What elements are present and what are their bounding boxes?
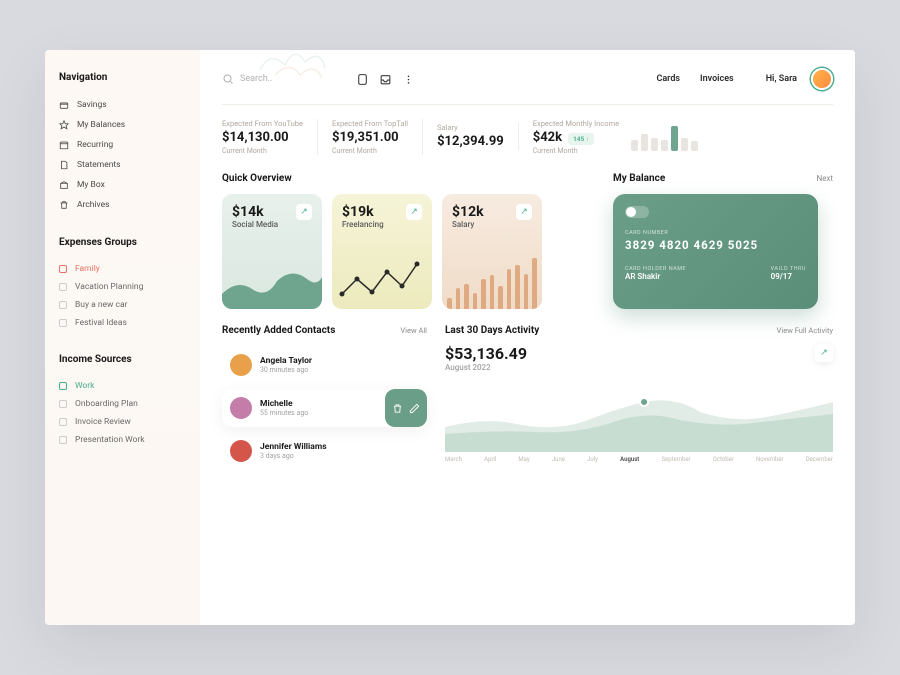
line-chart-icon <box>337 254 427 304</box>
group-car[interactable]: Buy a new car <box>59 296 186 314</box>
avatar[interactable] <box>811 68 833 90</box>
avatar <box>230 354 252 376</box>
checkbox-icon <box>59 319 67 327</box>
edit-icon[interactable] <box>409 403 420 414</box>
quick-overview: Quick Overview ↗ $14k Social Media ↗ $19… <box>222 173 597 309</box>
nav-statements[interactable]: Statements <box>59 155 186 175</box>
avatar <box>230 440 252 462</box>
stat-toptall: Expected From TopTall $19,351.00 Current… <box>318 119 423 155</box>
my-balance: My Balance Next CARD NUMBER 3829 4820 46… <box>613 173 833 309</box>
activity-amount: $53,136.49 <box>445 344 527 363</box>
balance-heading: My Balance <box>613 173 665 184</box>
divider <box>222 104 833 105</box>
contact-item[interactable]: Angela Taylor30 minutes ago <box>222 346 427 384</box>
overview-heading: Quick Overview <box>222 173 597 184</box>
trend-badge: 145 ↑ <box>568 133 594 145</box>
contact-item[interactable]: Jennifer Williams3 days ago <box>222 432 427 470</box>
nav-mybox[interactable]: My Box <box>59 175 186 195</box>
main-content: Search.. Cards Invoices Hi, Sara Expecte… <box>200 50 855 625</box>
group-vacation[interactable]: Vacation Planning <box>59 278 186 296</box>
checkbox-icon <box>59 436 67 444</box>
stat-youtube: Expected From YouTube $14,130.00 Current… <box>222 119 318 155</box>
avatar <box>230 397 252 419</box>
activity-heading: Last 30 Days Activity <box>445 325 539 336</box>
note-icon[interactable] <box>356 73 369 86</box>
groups-heading: Expenses Groups <box>59 237 186 248</box>
checkbox-icon <box>59 400 67 408</box>
nav-balances[interactable]: My Balances <box>59 115 186 135</box>
arrow-up-icon: ↗ <box>516 204 532 220</box>
link-invoices[interactable]: Invoices <box>700 74 734 84</box>
arrow-up-icon: ↗ <box>406 204 422 220</box>
search-icon <box>222 73 234 85</box>
nav-heading: Navigation <box>59 72 186 83</box>
checkbox-icon <box>59 418 67 426</box>
calendar-icon <box>59 140 69 150</box>
nav-savings[interactable]: Savings <box>59 95 186 115</box>
activity-month: August 2022 <box>445 363 527 372</box>
checkbox-icon <box>59 283 67 291</box>
sidebar: Navigation Savings My Balances Recurring… <box>45 50 200 625</box>
stats-row: Expected From YouTube $14,130.00 Current… <box>222 119 833 155</box>
income-onboarding[interactable]: Onboarding Plan <box>59 395 186 413</box>
card-salary[interactable]: ↗ $12k Salary <box>442 194 542 309</box>
stat-salary: Salary $12,394.99 <box>423 123 519 151</box>
box-icon <box>59 180 69 190</box>
nav-archives[interactable]: Archives <box>59 195 186 215</box>
stat-expected: Expected Monthly Income $42k 145 ↑ Curre… <box>519 119 698 155</box>
income-work[interactable]: Work <box>59 377 186 395</box>
mini-bar-chart <box>631 123 698 151</box>
search-input[interactable]: Search.. <box>222 73 272 85</box>
link-cards[interactable]: Cards <box>656 74 680 84</box>
checkbox-icon <box>59 265 67 273</box>
recent-contacts: Recently Added Contacts View All Angela … <box>222 325 427 475</box>
nav-recurring[interactable]: Recurring <box>59 135 186 155</box>
activity-chart <box>445 372 833 452</box>
area-chart-icon <box>222 259 322 309</box>
checkbox-icon <box>59 382 67 390</box>
inbox-icon[interactable] <box>379 73 392 86</box>
view-full-link[interactable]: View Full Activity <box>777 326 833 335</box>
star-icon <box>59 120 69 130</box>
contact-item[interactable]: Michelle55 minutes ago <box>222 389 427 427</box>
contacts-heading: Recently Added Contacts <box>222 325 335 336</box>
view-all-link[interactable]: View All <box>400 326 427 335</box>
greeting: Hi, Sara <box>766 74 797 84</box>
arrow-up-icon[interactable]: ↗ <box>815 344 833 362</box>
group-festival[interactable]: Festival Ideas <box>59 314 186 332</box>
arrow-up-icon: ↗ <box>296 204 312 220</box>
wallet-icon <box>59 100 69 110</box>
card-toggle[interactable] <box>625 206 649 218</box>
file-icon <box>59 160 69 170</box>
income-heading: Income Sources <box>59 354 186 365</box>
next-link[interactable]: Next <box>816 174 833 183</box>
month-axis: March April May June July August Septemb… <box>445 456 833 463</box>
trash-icon <box>59 200 69 210</box>
activity-panel: Last 30 Days Activity View Full Activity… <box>445 325 833 475</box>
more-icon[interactable] <box>402 73 415 86</box>
income-presentation[interactable]: Presentation Work <box>59 431 186 449</box>
topbar: Search.. Cards Invoices Hi, Sara <box>222 68 833 90</box>
card-freelancing[interactable]: ↗ $19k Freelancing <box>332 194 432 309</box>
bar-chart-icon <box>447 254 537 309</box>
income-invoice[interactable]: Invoice Review <box>59 413 186 431</box>
delete-icon[interactable] <box>392 403 403 414</box>
checkbox-icon <box>59 301 67 309</box>
contact-actions <box>385 389 427 427</box>
group-family[interactable]: Family <box>59 260 186 278</box>
card-social-media[interactable]: ↗ $14k Social Media <box>222 194 322 309</box>
credit-card[interactable]: CARD NUMBER 3829 4820 4629 5025 CARD HOL… <box>613 194 818 309</box>
